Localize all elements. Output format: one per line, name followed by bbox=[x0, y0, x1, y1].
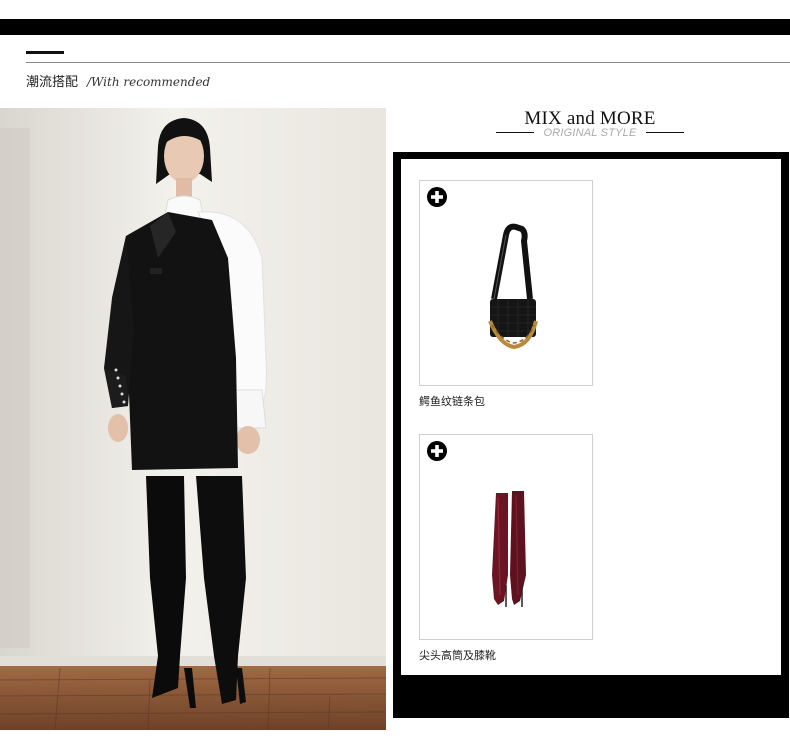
product-card-bag[interactable]: 鳄鱼纹链条包 bbox=[419, 180, 593, 409]
section-title: 潮流搭配 bbox=[26, 75, 79, 90]
section-subtitle: /With recommended bbox=[87, 75, 211, 89]
top-black-bar bbox=[0, 19, 790, 35]
mix-subtitle-rule-left bbox=[496, 132, 534, 133]
mix-subtitle-row: ORIGINAL STYLE bbox=[496, 127, 684, 141]
product-image-frame[interactable] bbox=[419, 180, 593, 386]
section-accent-rule bbox=[26, 51, 64, 54]
product-image-frame[interactable] bbox=[419, 434, 593, 640]
add-plus-icon[interactable] bbox=[427, 187, 447, 207]
add-plus-icon[interactable] bbox=[427, 441, 447, 461]
section-heading: 潮流搭配 /With recommended bbox=[26, 71, 211, 90]
section-divider bbox=[26, 62, 790, 63]
model-outfit-photo bbox=[0, 108, 386, 730]
burgundy-boots-image bbox=[492, 491, 526, 607]
product-name-boots[interactable]: 尖头高筒及膝靴 bbox=[419, 647, 593, 663]
mix-subtitle: ORIGINAL STYLE bbox=[543, 127, 637, 139]
mix-subtitle-rule-right bbox=[646, 132, 684, 133]
product-name-bag[interactable]: 鳄鱼纹链条包 bbox=[419, 393, 593, 409]
product-card-boots[interactable]: 尖头高筒及膝靴 bbox=[419, 434, 593, 663]
chain-bag-image bbox=[488, 223, 538, 350]
